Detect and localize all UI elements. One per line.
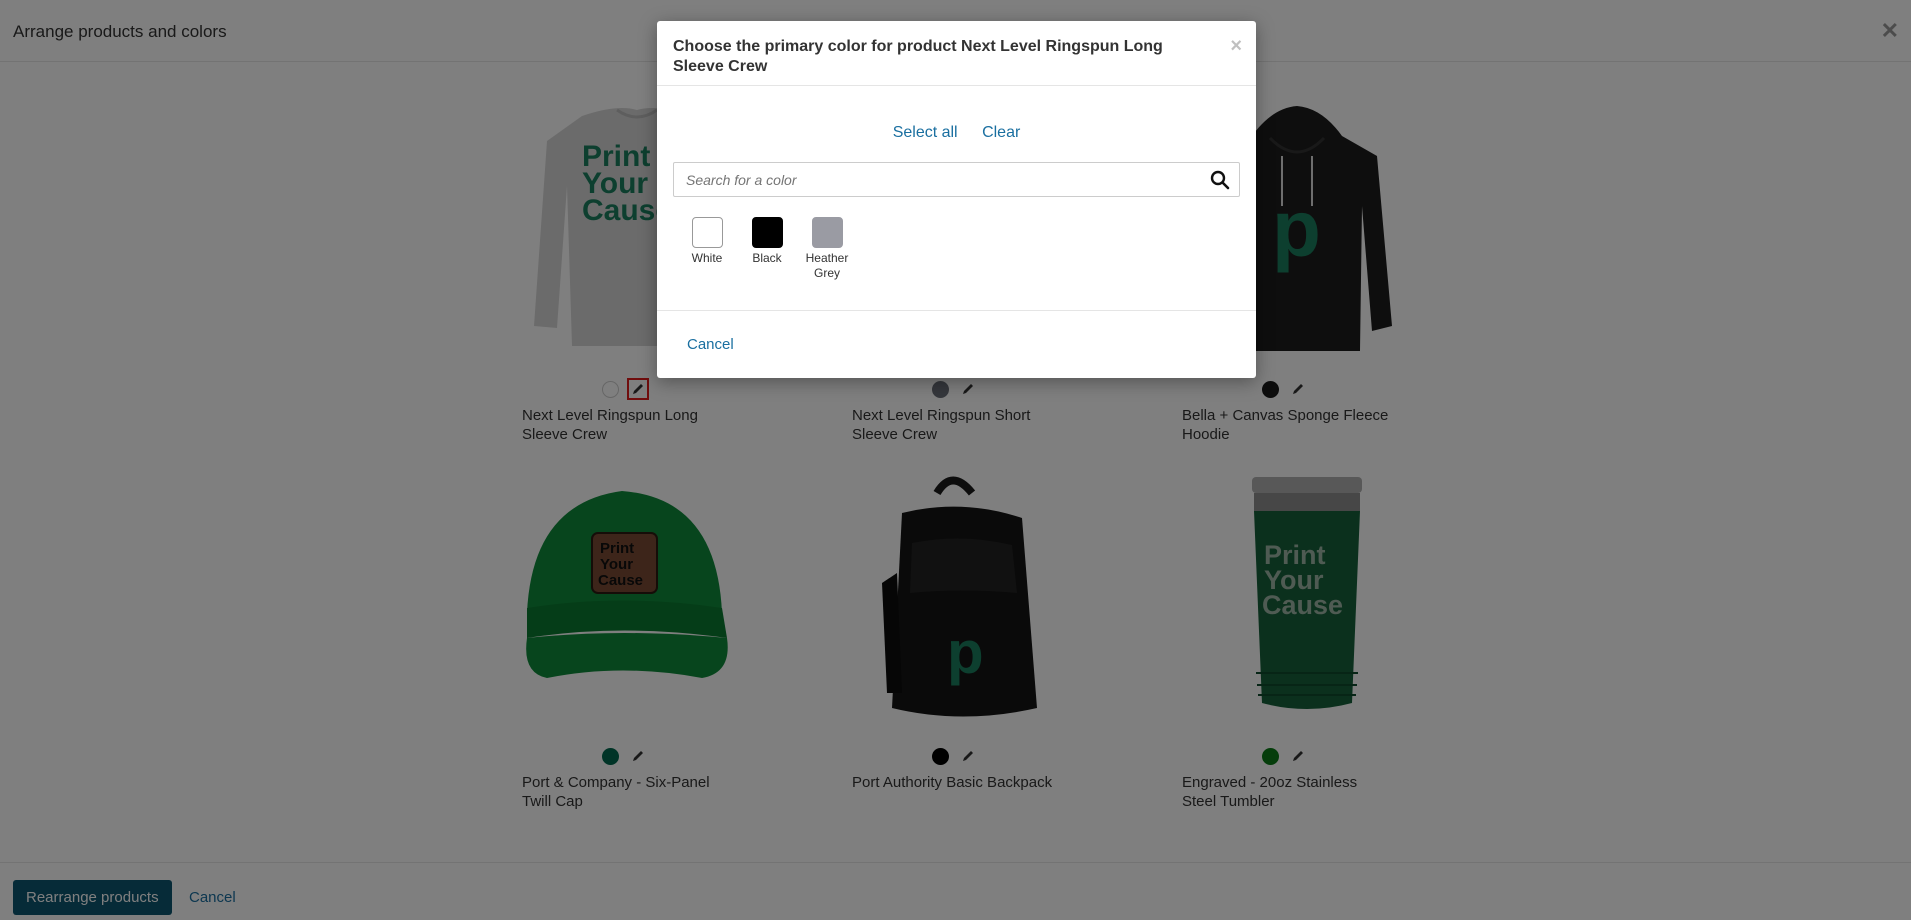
modal-footer: Cancel — [657, 310, 1256, 378]
color-option-white[interactable]: White — [677, 217, 737, 281]
color-label: Heather Grey — [805, 251, 849, 280]
color-swatch[interactable] — [751, 217, 783, 248]
color-swatch[interactable] — [811, 217, 843, 248]
color-picker-modal: Choose the primary color for product Nex… — [657, 21, 1256, 378]
modal-cancel-link[interactable]: Cancel — [687, 336, 734, 353]
color-option-black[interactable]: Black — [737, 217, 797, 281]
color-options: White Black Heather Grey — [677, 217, 857, 281]
selection-links: Select all Clear — [657, 124, 1256, 142]
color-label: White — [691, 251, 723, 265]
modal-title: Choose the primary color for product Nex… — [673, 38, 1163, 75]
color-search — [673, 162, 1240, 197]
clear-link[interactable]: Clear — [982, 124, 1020, 141]
modal-header: Choose the primary color for product Nex… — [657, 21, 1256, 86]
select-all-link[interactable]: Select all — [893, 124, 958, 141]
search-icon[interactable] — [1210, 170, 1230, 190]
color-search-input[interactable] — [674, 163, 1194, 196]
color-swatch[interactable] — [691, 217, 723, 248]
close-icon[interactable]: × — [1230, 35, 1242, 58]
color-option-heather-grey[interactable]: Heather Grey — [797, 217, 857, 281]
color-label: Black — [752, 251, 782, 265]
